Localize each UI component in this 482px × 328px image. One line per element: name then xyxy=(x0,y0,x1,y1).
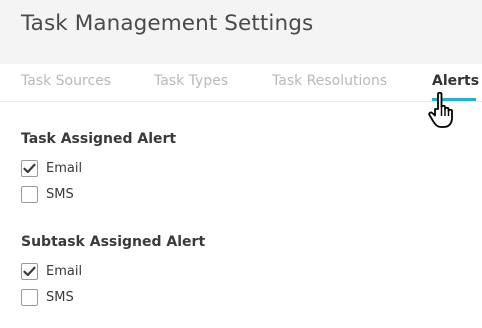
tab-task-resolutions[interactable]: Task Resolutions xyxy=(272,73,387,89)
task-assigned-sms-option[interactable]: SMS xyxy=(21,184,74,204)
task-assigned-email-label: Email xyxy=(46,160,83,176)
task-assigned-sms-checkbox[interactable] xyxy=(21,185,38,203)
subtask-assigned-sms-option[interactable]: SMS xyxy=(21,287,74,307)
checkmark-icon xyxy=(23,266,36,276)
task-assigned-email-checkbox[interactable] xyxy=(21,159,38,177)
checkmark-icon xyxy=(23,163,36,173)
task-assigned-email-option[interactable]: Email xyxy=(21,158,82,178)
subtask-assigned-email-option[interactable]: Email xyxy=(21,261,82,281)
task-assigned-alert-heading: Task Assigned Alert xyxy=(21,131,177,147)
subtask-assigned-email-checkbox[interactable] xyxy=(21,262,38,280)
subtask-assigned-sms-label: SMS xyxy=(46,289,74,305)
subtask-assigned-sms-checkbox[interactable] xyxy=(21,288,38,306)
hand-pointer-cursor-icon xyxy=(428,91,453,128)
tab-task-sources[interactable]: Task Sources xyxy=(21,73,111,89)
task-assigned-sms-label: SMS xyxy=(46,186,74,202)
tab-task-types[interactable]: Task Types xyxy=(154,73,228,89)
tab-alerts[interactable]: Alerts xyxy=(432,73,479,89)
subtask-assigned-email-label: Email xyxy=(46,263,83,279)
page-title: Task Management Settings xyxy=(21,11,314,36)
subtask-assigned-alert-heading: Subtask Assigned Alert xyxy=(21,234,206,250)
page-header: Task Management Settings xyxy=(0,0,482,64)
